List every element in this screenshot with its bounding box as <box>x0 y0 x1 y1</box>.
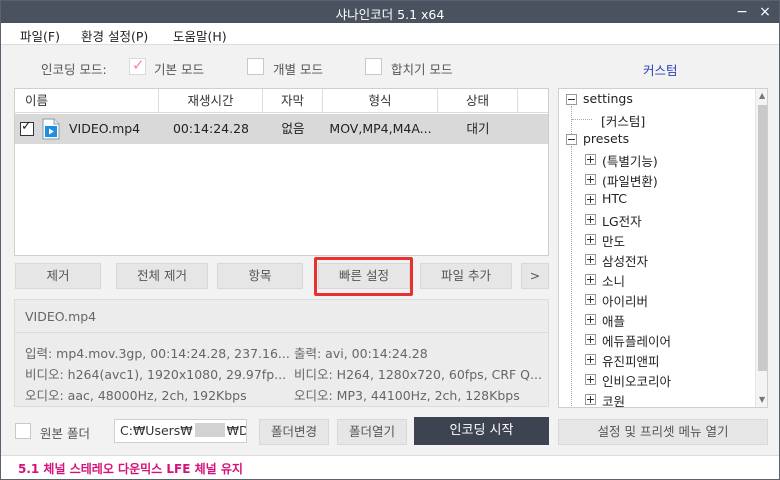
tree-item[interactable]: 만도 <box>602 231 625 250</box>
tree-custom[interactable]: [커스텀] <box>601 111 645 130</box>
redacted-username <box>194 423 225 437</box>
tree-item[interactable]: HTC <box>602 191 627 206</box>
tree-item[interactable]: 애플 <box>602 311 625 330</box>
items-button[interactable]: 항목 <box>217 263 303 289</box>
expand-icon[interactable] <box>585 194 596 205</box>
expand-icon[interactable] <box>585 314 596 325</box>
scroll-down-icon[interactable]: ▼ <box>759 395 765 404</box>
preset-tree: settings [커스텀] presets (특별기능) (파일변환) HTC… <box>558 88 768 408</box>
col-status[interactable]: 상태 <box>438 89 518 113</box>
tree-item[interactable]: (파일변환) <box>602 171 658 190</box>
custom-link[interactable]: 커스텀 <box>643 60 678 79</box>
file-name: VIDEO.mp4 <box>69 121 141 136</box>
col-format[interactable]: 형식 <box>323 89 438 113</box>
checkmark-icon: ✓ <box>132 56 145 74</box>
start-encoding-button[interactable]: 인코딩 시작 <box>414 417 549 445</box>
close-button[interactable]: × <box>754 2 776 22</box>
tree-item[interactable]: (특별기능) <box>602 151 658 170</box>
tree-item[interactable]: 소니 <box>602 271 625 290</box>
table-row[interactable]: ✓ VIDEO.mp4 00:14:24.28 없음 MOV,MP4,M4A..… <box>15 114 548 144</box>
merge-mode-checkbox[interactable] <box>365 58 382 75</box>
tree-presets[interactable]: presets <box>583 131 629 146</box>
expand-icon[interactable] <box>585 274 596 285</box>
tree-scrollbar[interactable]: ▲ ▼ <box>755 89 767 407</box>
expand-icon[interactable] <box>585 394 596 405</box>
collapse-icon[interactable] <box>566 94 577 105</box>
title-bar: 샤나인코더 5.1 x64 − × <box>1 1 779 23</box>
file-duration: 00:14:24.28 <box>172 121 250 136</box>
menu-preferences[interactable]: 환경 설정(P) <box>81 26 148 45</box>
tree-settings[interactable]: settings <box>583 91 633 106</box>
output-path-field[interactable]: C:₩Users₩ ₩Des <box>114 419 247 443</box>
video-file-icon <box>42 118 60 140</box>
basic-mode-label[interactable]: 기본 모드 <box>154 59 204 78</box>
expand-icon[interactable] <box>585 294 596 305</box>
tree-item[interactable]: 삼성전자 <box>602 251 648 270</box>
expand-icon[interactable] <box>585 354 596 365</box>
menu-file[interactable]: 파일(F) <box>20 26 60 45</box>
menu-help[interactable]: 도움말(H) <box>173 26 227 45</box>
output-path-suffix: ₩Des <box>226 423 247 438</box>
basic-mode-checkbox[interactable]: ✓ <box>129 56 146 75</box>
individual-mode-checkbox[interactable] <box>247 58 264 75</box>
remove-button[interactable]: 제거 <box>15 263 101 289</box>
settings-menu-button[interactable]: 설정 및 프리셋 메뉴 열기 <box>558 419 768 445</box>
expand-icon[interactable] <box>585 254 596 265</box>
info-filename: VIDEO.mp4 <box>25 309 97 324</box>
more-button[interactable]: > <box>521 263 549 289</box>
info-divider <box>15 332 548 333</box>
status-text: 5.1 체널 스테레오 다운믹스 LFE 체널 유지 <box>18 462 243 476</box>
minimize-button[interactable]: − <box>731 2 753 22</box>
output-path-prefix: C:₩Users₩ <box>120 423 193 438</box>
tree-item[interactable]: 인비오코리아 <box>602 371 671 390</box>
col-subtitle[interactable]: 자막 <box>263 89 323 113</box>
expand-icon[interactable] <box>585 374 596 385</box>
info-input-video: 비디오: h264(avc1), 1920x1080, 29.97fp... <box>25 367 287 382</box>
window-title: 샤나인코더 5.1 x64 <box>335 7 445 22</box>
tree-item[interactable]: 아이리버 <box>602 291 648 310</box>
tree-item[interactable]: LG전자 <box>602 211 642 230</box>
expand-icon[interactable] <box>585 214 596 225</box>
encoding-mode-label: 인코딩 모드: <box>41 62 107 77</box>
source-folder-label[interactable]: 원본 폴더 <box>40 423 90 442</box>
source-folder-checkbox[interactable] <box>15 423 31 439</box>
remove-all-button[interactable]: 전체 제거 <box>116 263 208 289</box>
expand-icon[interactable] <box>585 154 596 165</box>
highlight-box <box>314 257 413 296</box>
expand-icon[interactable] <box>585 234 596 245</box>
file-status: 대기 <box>466 121 490 136</box>
expand-icon[interactable] <box>585 174 596 185</box>
info-output-audio: 오디오: MP3, 44100Hz, 2ch, 128Kbps <box>294 388 520 403</box>
col-name[interactable]: 이름 <box>15 89 159 113</box>
checkmark-icon: ✓ <box>21 119 32 134</box>
individual-mode-label[interactable]: 개별 모드 <box>273 59 323 78</box>
tree-item[interactable]: 에듀플레이어 <box>602 331 671 350</box>
info-output-video: 비디오: H264, 1280x720, 60fps, CRF Q... <box>294 367 542 382</box>
tree-item[interactable]: 유진피앤피 <box>602 351 660 370</box>
menu-bar: 파일(F) 환경 설정(P) 도움말(H) <box>1 23 779 45</box>
row-checkbox[interactable]: ✓ <box>20 119 34 136</box>
info-input: 입력: mp4.mov.3gp, 00:14:24.28, 237.16... <box>25 346 290 361</box>
open-folder-button[interactable]: 폴더열기 <box>337 419 407 445</box>
tree-item[interactable]: 코원 <box>602 391 625 407</box>
info-input-audio: 오디오: aac, 48000Hz, 2ch, 192Kbps <box>25 388 247 403</box>
col-duration[interactable]: 재생시간 <box>159 89 263 113</box>
add-file-button[interactable]: 파일 추가 <box>420 263 512 289</box>
scroll-up-icon[interactable]: ▲ <box>759 91 765 100</box>
file-subtitle: 없음 <box>281 121 305 136</box>
file-table: 이름 재생시간 자막 형식 상태 ✓ VIDEO.mp4 00:14:24.28… <box>14 88 549 256</box>
collapse-icon[interactable] <box>566 134 577 145</box>
table-header: 이름 재생시간 자막 형식 상태 <box>15 89 548 113</box>
file-format: MOV,MP4,M4A... <box>329 121 432 136</box>
scroll-thumb[interactable] <box>758 105 767 371</box>
encoder-window: 샤나인코더 5.1 x64 − × 파일(F) 환경 설정(P) 도움말(H) … <box>0 0 780 480</box>
expand-icon[interactable] <box>585 334 596 345</box>
merge-mode-label[interactable]: 합치기 모드 <box>391 59 452 78</box>
encoding-mode-row: 인코딩 모드: ✓ 기본 모드 개별 모드 합치기 모드 커스텀 <box>1 46 779 86</box>
info-panel: VIDEO.mp4 입력: mp4.mov.3gp, 00:14:24.28, … <box>14 299 549 407</box>
status-bar: 5.1 체널 스테레오 다운믹스 LFE 체널 유지 <box>1 455 779 479</box>
info-output: 출력: avi, 00:14:24.28 <box>294 346 428 361</box>
change-folder-button[interactable]: 폴더변경 <box>259 419 329 445</box>
